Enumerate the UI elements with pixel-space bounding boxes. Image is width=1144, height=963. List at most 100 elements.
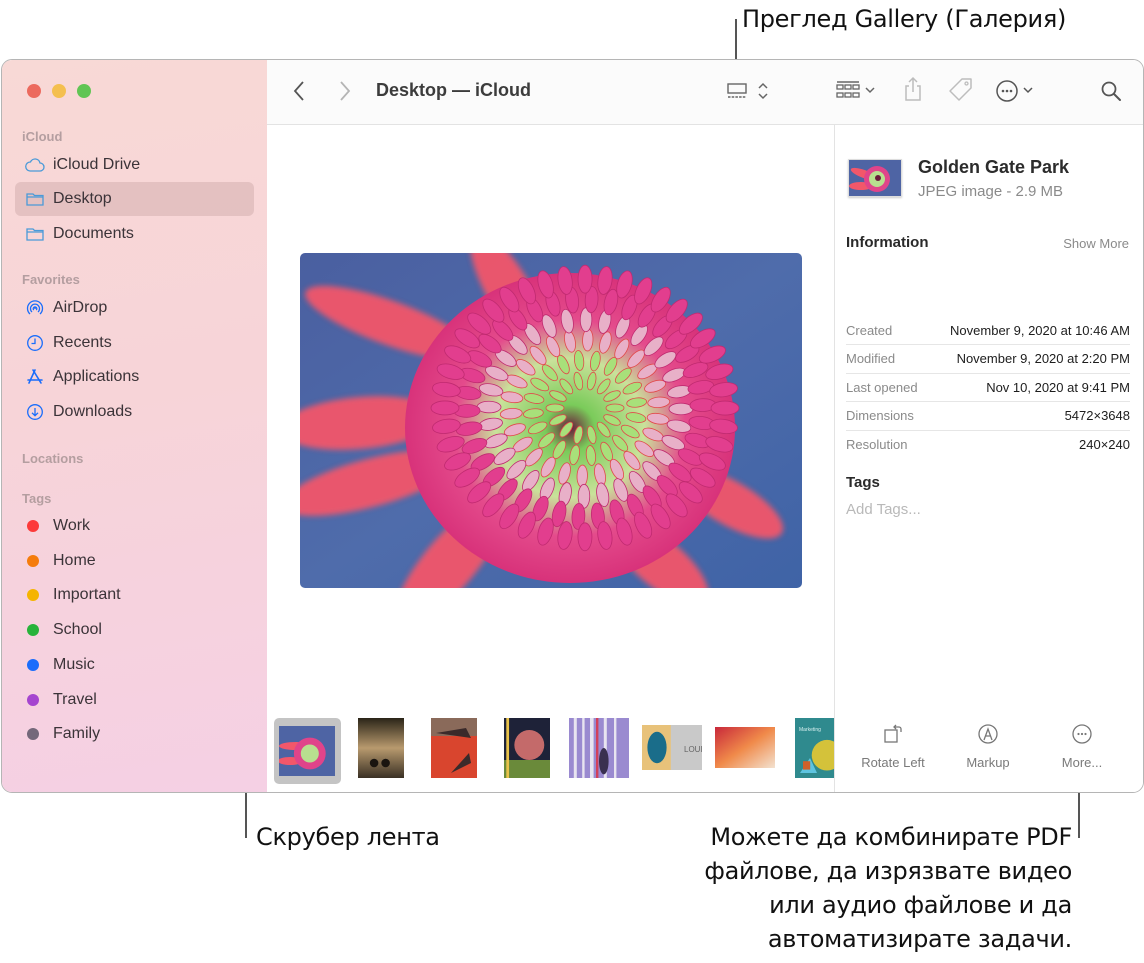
sidebar-tag-music[interactable]: Music <box>15 648 254 682</box>
sidebar-tag-school[interactable]: School <box>15 613 254 647</box>
scrubber-thumbnail-forest-path[interactable] <box>358 718 404 778</box>
finder-window: iCloud iCloud Drive Desktop Documents Fa… <box>1 59 1144 793</box>
sidebar-tag-important[interactable]: Important <box>15 578 254 612</box>
close-button[interactable] <box>27 84 41 98</box>
scrubber-thumbnail-striped-curtain[interactable] <box>569 718 629 778</box>
callout-gallery-view: Преглед Gallery (Галерия) <box>742 5 1067 33</box>
info-label: Last opened <box>846 379 918 395</box>
forward-icon[interactable] <box>339 80 351 102</box>
zoom-button[interactable] <box>77 84 91 98</box>
tag-icon[interactable] <box>948 77 974 103</box>
sidebar-item-airdrop[interactable]: AirDrop <box>15 291 254 325</box>
information-heading: Information <box>846 234 929 251</box>
sidebar-item-applications[interactable]: Applications <box>15 360 254 394</box>
scrubber-thumbnail-louisa-parris[interactable]: LOUISA <box>642 725 702 770</box>
action-label: Rotate Left <box>861 755 925 770</box>
callout-more-line: автоматизирате задачи. <box>767 925 1072 953</box>
scrubber-thumbnail-abstract-gradient[interactable] <box>715 727 775 768</box>
flower-image <box>300 253 802 588</box>
sidebar-tag-family[interactable]: Family <box>15 717 254 751</box>
scrubber-thumbnail-marketing-plan[interactable]: Marketing <box>795 718 835 778</box>
sidebar-tag-work[interactable]: Work <box>15 509 254 543</box>
cloud-icon <box>24 154 46 176</box>
sidebar-item-desktop[interactable]: Desktop <box>15 182 254 216</box>
markup-icon <box>938 719 1038 749</box>
info-row-created: Created November 9, 2020 at 10:46 AM <box>846 316 1130 345</box>
tag-color-dot-icon <box>27 554 39 567</box>
info-label: Dimensions <box>846 408 914 423</box>
back-icon[interactable] <box>293 80 305 102</box>
info-value: November 9, 2020 at 10:46 AM <box>950 322 1130 338</box>
sidebar: iCloud iCloud Drive Desktop Documents Fa… <box>2 60 267 792</box>
sidebar-item-label: School <box>53 621 102 639</box>
sidebar-item-label: Important <box>53 586 121 604</box>
clock-icon <box>24 332 46 354</box>
search-icon[interactable] <box>1100 80 1122 102</box>
info-label: Created <box>846 322 893 338</box>
gallery-view-icon[interactable] <box>726 82 748 100</box>
file-kind: JPEG image - 2.9 MB <box>918 183 1064 200</box>
sidebar-tag-travel[interactable]: Travel <box>15 683 254 717</box>
scrubber-thumbnail-flower[interactable] <box>279 726 335 776</box>
more-actions-button[interactable]: More... <box>1032 719 1132 770</box>
sidebar-item-recents[interactable]: Recents <box>15 326 254 360</box>
sidebar-item-label: Music <box>53 655 95 673</box>
flower-floret <box>577 264 593 294</box>
show-more-link[interactable]: Show More <box>1063 236 1129 251</box>
file-thumbnail <box>848 159 902 197</box>
flower-floret <box>476 400 502 414</box>
gallery-main: LOUISA Marketing <box>267 125 835 792</box>
rotate-left-icon <box>843 719 943 749</box>
more-circle-icon <box>1032 719 1132 749</box>
folder-icon <box>24 223 46 245</box>
svg-text:LOUISA: LOUISA <box>684 745 702 754</box>
group-icon[interactable] <box>835 80 879 102</box>
info-value: 240×240 <box>1079 436 1130 452</box>
tags-heading: Tags <box>846 474 880 491</box>
action-label: More... <box>1061 755 1103 770</box>
tag-color-dot-icon <box>27 658 39 671</box>
add-tags-field[interactable]: Add Tags... <box>846 501 921 518</box>
minimize-button[interactable] <box>52 84 66 98</box>
info-value: 5472×3648 <box>1064 408 1130 423</box>
info-label: Modified <box>846 351 896 366</box>
more-icon[interactable] <box>995 78 1037 104</box>
toolbar: Desktop — iCloud <box>267 60 1143 125</box>
applications-icon <box>24 366 46 388</box>
markup-button[interactable]: Markup <box>938 719 1038 770</box>
info-row-resolution: Resolution 240×240 <box>846 430 1130 458</box>
info-value: Nov 10, 2020 at 9:41 PM <box>986 379 1130 395</box>
tag-color-dot-icon <box>27 520 39 532</box>
sidebar-item-label: Travel <box>53 690 97 708</box>
sidebar-item-label: AirDrop <box>53 299 108 316</box>
flower-floret <box>710 400 740 416</box>
inspector-panel: Golden Gate Park JPEG image - 2.9 MB Inf… <box>834 125 1143 792</box>
tag-color-dot-icon <box>27 624 39 637</box>
scrubber-thumbnail-neon-portrait[interactable] <box>504 718 550 778</box>
view-switch-chevrons-icon[interactable] <box>757 80 769 102</box>
info-row-dimensions: Dimensions 5472×3648 <box>846 402 1130 431</box>
sidebar-tag-home[interactable]: Home <box>15 544 254 578</box>
flower-floret <box>605 403 625 413</box>
sidebar-item-icloud-drive[interactable]: iCloud Drive <box>15 148 254 182</box>
flower-floret <box>668 402 694 416</box>
info-label: Resolution <box>846 436 908 452</box>
sidebar-item-downloads[interactable]: Downloads <box>15 395 254 429</box>
folder-icon <box>24 188 46 210</box>
info-row-last-opened: Last opened Nov 10, 2020 at 9:41 PM <box>846 373 1130 402</box>
share-icon[interactable] <box>903 76 923 102</box>
scrubber-thumbnail-red-hands[interactable] <box>431 718 477 778</box>
sidebar-item-label: Desktop <box>53 190 112 207</box>
sidebar-item-documents[interactable]: Documents <box>15 217 254 251</box>
sidebar-item-label: Family <box>53 725 101 743</box>
sidebar-item-label: iCloud Drive <box>53 156 141 173</box>
sidebar-item-label: Documents <box>53 225 134 242</box>
download-icon <box>24 401 46 423</box>
image-preview[interactable] <box>300 253 802 588</box>
callout-more-line: или аудио файлове и да <box>769 891 1072 919</box>
airdrop-icon <box>24 297 46 319</box>
sidebar-item-label: Home <box>53 551 96 569</box>
callout-scrubber: Скрубер лента <box>256 823 440 851</box>
sidebar-item-label: Recents <box>53 334 112 351</box>
rotate-left-button[interactable]: Rotate Left <box>843 719 943 770</box>
